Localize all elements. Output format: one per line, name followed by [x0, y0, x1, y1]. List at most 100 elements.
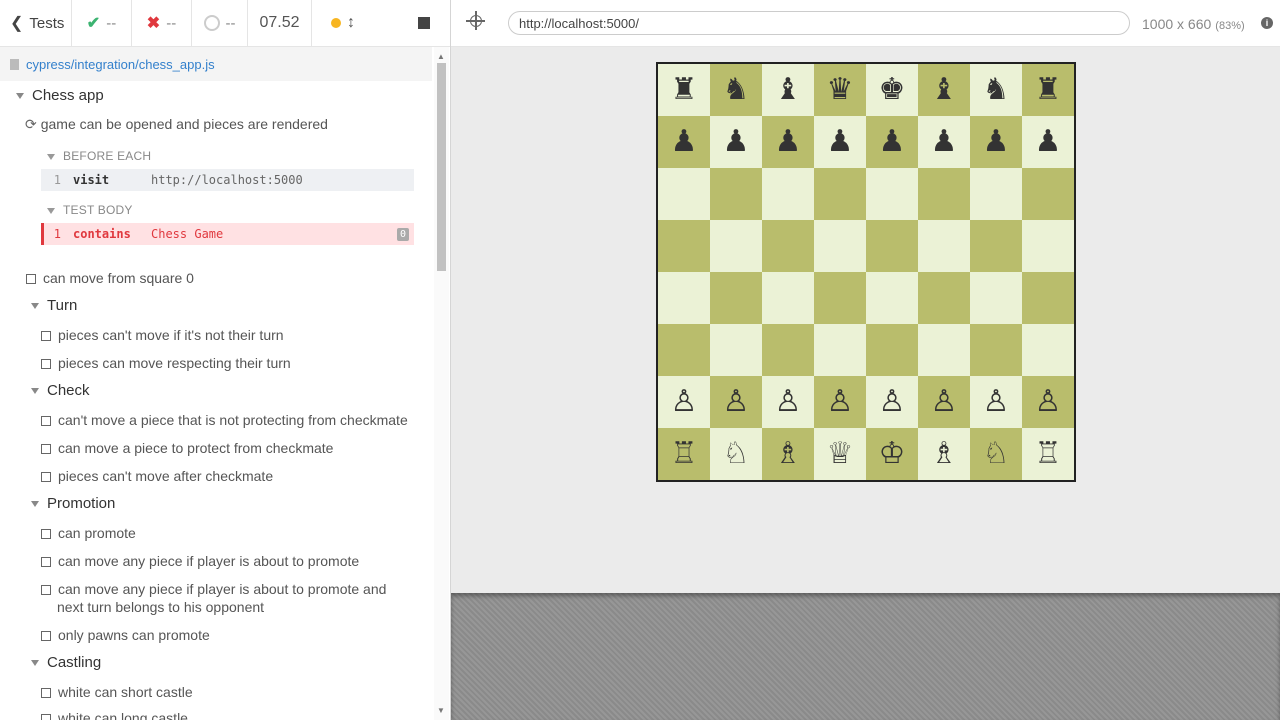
square-h2[interactable]: ♙ [1022, 376, 1074, 428]
chess-piece[interactable]: ♟ [671, 127, 698, 157]
chess-piece[interactable]: ♙ [983, 387, 1010, 417]
square-a2[interactable]: ♙ [658, 376, 710, 428]
chess-piece[interactable]: ♜ [671, 75, 698, 105]
chess-piece[interactable]: ♘ [723, 439, 750, 469]
square-a6[interactable] [658, 168, 710, 220]
test-item[interactable]: can move a piece to protect from checkma… [41, 440, 333, 456]
square-g4[interactable] [970, 272, 1022, 324]
chess-piece[interactable]: ♞ [983, 75, 1010, 105]
square-b5[interactable] [710, 220, 762, 272]
chess-piece[interactable]: ♛ [827, 75, 854, 105]
square-f7[interactable]: ♟ [918, 116, 970, 168]
square-c6[interactable] [762, 168, 814, 220]
selector-playground-target-icon[interactable] [466, 11, 485, 30]
square-e2[interactable]: ♙ [866, 376, 918, 428]
chess-piece[interactable]: ♖ [671, 439, 698, 469]
square-h4[interactable] [1022, 272, 1074, 324]
square-f8[interactable]: ♝ [918, 64, 970, 116]
test-running[interactable]: ⟳ game can be opened and pieces are rende… [25, 116, 328, 133]
test-item[interactable]: white can short castle [41, 684, 193, 700]
square-a3[interactable] [658, 324, 710, 376]
chess-piece[interactable]: ♙ [723, 387, 750, 417]
chess-piece[interactable]: ♗ [931, 439, 958, 469]
square-b4[interactable] [710, 272, 762, 324]
square-f2[interactable]: ♙ [918, 376, 970, 428]
scrollbar[interactable]: ▲ ▼ [434, 47, 449, 720]
suite-turn[interactable]: Turn [31, 297, 77, 314]
chess-piece[interactable]: ♙ [775, 387, 802, 417]
test-item[interactable]: pieces can move respecting their turn [41, 355, 291, 371]
chess-piece[interactable]: ♝ [931, 75, 958, 105]
chess-piece[interactable]: ♚ [879, 75, 906, 105]
square-f3[interactable] [918, 324, 970, 376]
square-e1[interactable]: ♔ [866, 428, 918, 480]
square-f6[interactable] [918, 168, 970, 220]
scroll-up-arrow-icon[interactable]: ▲ [437, 52, 445, 61]
square-c1[interactable]: ♗ [762, 428, 814, 480]
square-a8[interactable]: ♜ [658, 64, 710, 116]
chess-piece[interactable]: ♟ [983, 127, 1010, 157]
square-d2[interactable]: ♙ [814, 376, 866, 428]
chess-piece[interactable]: ♙ [827, 387, 854, 417]
chess-piece[interactable]: ♖ [1035, 439, 1062, 469]
square-e6[interactable] [866, 168, 918, 220]
suite-castling[interactable]: Castling [31, 654, 101, 671]
square-f5[interactable] [918, 220, 970, 272]
square-h1[interactable]: ♖ [1022, 428, 1074, 480]
chess-piece[interactable]: ♜ [1035, 75, 1062, 105]
square-a7[interactable]: ♟ [658, 116, 710, 168]
chess-piece[interactable]: ♟ [879, 127, 906, 157]
square-g5[interactable] [970, 220, 1022, 272]
suite-promotion[interactable]: Promotion [31, 495, 115, 512]
square-d3[interactable] [814, 324, 866, 376]
square-g7[interactable]: ♟ [970, 116, 1022, 168]
hook-before-each[interactable]: BEFORE EACH [47, 149, 151, 163]
suite-check[interactable]: Check [31, 382, 90, 399]
chess-piece[interactable]: ♔ [879, 439, 906, 469]
square-d6[interactable] [814, 168, 866, 220]
info-icon[interactable]: i [1261, 17, 1273, 29]
test-item[interactable]: can move from square 0 [26, 270, 194, 286]
square-b8[interactable]: ♞ [710, 64, 762, 116]
scroll-down-arrow-icon[interactable]: ▼ [437, 706, 445, 715]
test-item[interactable]: white can long castle [41, 710, 188, 720]
spec-file-link[interactable]: cypress/integration/chess_app.js [26, 57, 215, 72]
square-d4[interactable] [814, 272, 866, 324]
square-g2[interactable]: ♙ [970, 376, 1022, 428]
square-f1[interactable]: ♗ [918, 428, 970, 480]
square-e3[interactable] [866, 324, 918, 376]
square-c4[interactable] [762, 272, 814, 324]
test-item[interactable]: can promote [41, 525, 136, 541]
square-a5[interactable] [658, 220, 710, 272]
scrollbar-thumb[interactable] [437, 63, 446, 271]
square-c3[interactable] [762, 324, 814, 376]
square-b1[interactable]: ♘ [710, 428, 762, 480]
square-d8[interactable]: ♛ [814, 64, 866, 116]
command-row-visit[interactable]: 1 visit http://localhost:5000 [41, 169, 414, 191]
hook-test-body[interactable]: TEST BODY [47, 203, 133, 217]
square-d7[interactable]: ♟ [814, 116, 866, 168]
square-h8[interactable]: ♜ [1022, 64, 1074, 116]
chess-piece[interactable]: ♙ [1035, 387, 1062, 417]
square-c2[interactable]: ♙ [762, 376, 814, 428]
chess-piece[interactable]: ♟ [931, 127, 958, 157]
command-row-contains[interactable]: 1 contains Chess Game 0 [41, 223, 414, 245]
square-e8[interactable]: ♚ [866, 64, 918, 116]
square-f4[interactable] [918, 272, 970, 324]
square-g3[interactable] [970, 324, 1022, 376]
test-item[interactable]: can move any piece if player is about to… [41, 581, 386, 597]
square-e4[interactable] [866, 272, 918, 324]
square-c7[interactable]: ♟ [762, 116, 814, 168]
chess-piece[interactable]: ♙ [879, 387, 906, 417]
square-h3[interactable] [1022, 324, 1074, 376]
square-g1[interactable]: ♘ [970, 428, 1022, 480]
square-b7[interactable]: ♟ [710, 116, 762, 168]
stop-button[interactable] [418, 17, 430, 29]
square-e7[interactable]: ♟ [866, 116, 918, 168]
chess-piece[interactable]: ♟ [1035, 127, 1062, 157]
square-h7[interactable]: ♟ [1022, 116, 1074, 168]
tests-button[interactable]: ❮ Tests [0, 0, 72, 46]
square-h5[interactable] [1022, 220, 1074, 272]
chess-piece[interactable]: ♟ [827, 127, 854, 157]
chess-piece[interactable]: ♙ [931, 387, 958, 417]
